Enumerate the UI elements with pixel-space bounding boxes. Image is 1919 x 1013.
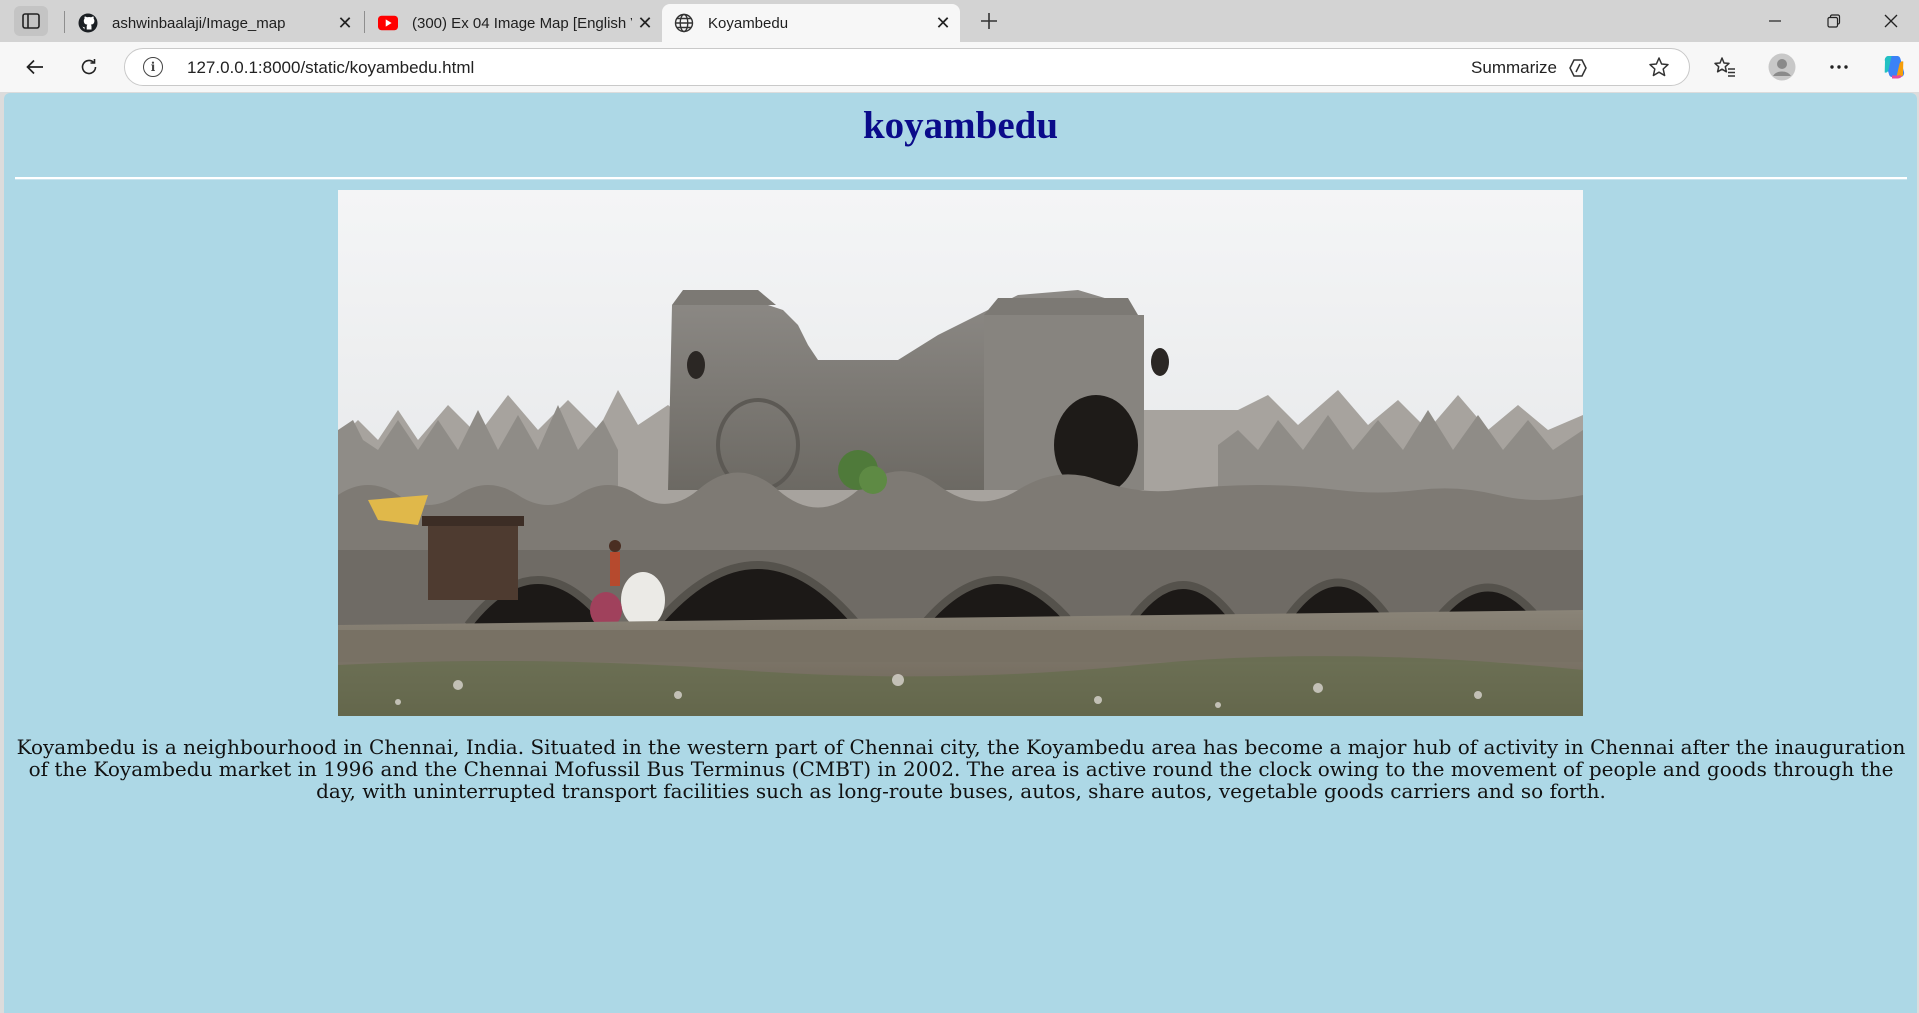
close-tab-icon[interactable]: ✕ (632, 10, 658, 36)
tab-koyambedu[interactable]: Koyambedu ✕ (662, 4, 960, 42)
tab-title: (300) Ex 04 Image Map [English Ve (412, 14, 632, 32)
plus-icon (981, 13, 997, 29)
close-icon (1884, 14, 1898, 28)
summarize-label: Summarize (1471, 58, 1557, 77)
new-tab-button[interactable] (972, 6, 1006, 36)
favorite-star-icon[interactable] (1647, 55, 1671, 79)
favorites-icon (1714, 57, 1735, 77)
more-options-button[interactable] (1822, 50, 1856, 84)
refresh-icon (81, 59, 97, 75)
tab-actions-button[interactable] (14, 6, 48, 36)
url-text[interactable]: 127.0.0.1:8000/static/koyambedu.html (187, 58, 474, 78)
copilot-button[interactable] (1877, 50, 1911, 84)
back-arrow-icon (26, 59, 43, 75)
tab-separator (364, 11, 365, 33)
page-viewport: koyambedu Koyambedu is a neighbourhood i… (4, 93, 1917, 1013)
description-paragraph: Koyambedu is a neighbourhood in Chennai,… (16, 735, 1906, 803)
more-icon (1830, 65, 1848, 69)
profile-button[interactable] (1765, 50, 1799, 84)
copilot-icon (1884, 56, 1905, 79)
minimize-button[interactable] (1747, 0, 1803, 42)
summarize-icon (1569, 59, 1587, 77)
horizontal-rule (15, 177, 1907, 180)
avatar-icon (1768, 53, 1796, 81)
tab-title: Koyambedu (708, 14, 789, 32)
github-icon (78, 13, 98, 33)
close-tab-icon[interactable]: ✕ (332, 10, 358, 36)
koyambedu-image[interactable] (338, 190, 1583, 716)
koyambedu-building-photo (338, 190, 1583, 716)
refresh-button[interactable] (72, 50, 106, 84)
sidebar-icon (22, 13, 40, 29)
site-info-icon[interactable]: i (143, 57, 163, 77)
minimize-icon (1769, 20, 1781, 22)
youtube-icon (378, 13, 398, 33)
tab-title: ashwinbaalaji/Image_map (112, 14, 286, 32)
address-bar[interactable]: i 127.0.0.1:8000/static/koyambedu.html S… (124, 48, 1690, 86)
browser-toolbar: i 127.0.0.1:8000/static/koyambedu.html S… (0, 42, 1919, 92)
restore-icon (1827, 14, 1841, 28)
back-button[interactable] (18, 50, 52, 84)
page-title: koyambedu (862, 104, 1059, 147)
globe-icon (674, 13, 694, 33)
close-tab-icon[interactable]: ✕ (930, 10, 956, 36)
favorites-button[interactable] (1708, 50, 1742, 84)
tab-youtube[interactable]: (300) Ex 04 Image Map [English Ve ✕ (366, 4, 662, 42)
summarize-button[interactable]: Summarize (1471, 58, 1589, 78)
tab-separator (64, 11, 65, 33)
tab-github[interactable]: ashwinbaalaji/Image_map ✕ (66, 4, 362, 42)
close-window-button[interactable] (1863, 0, 1919, 42)
restore-button[interactable] (1806, 0, 1862, 42)
tab-strip: ashwinbaalaji/Image_map ✕ (300) Ex 04 Im… (0, 0, 1919, 42)
